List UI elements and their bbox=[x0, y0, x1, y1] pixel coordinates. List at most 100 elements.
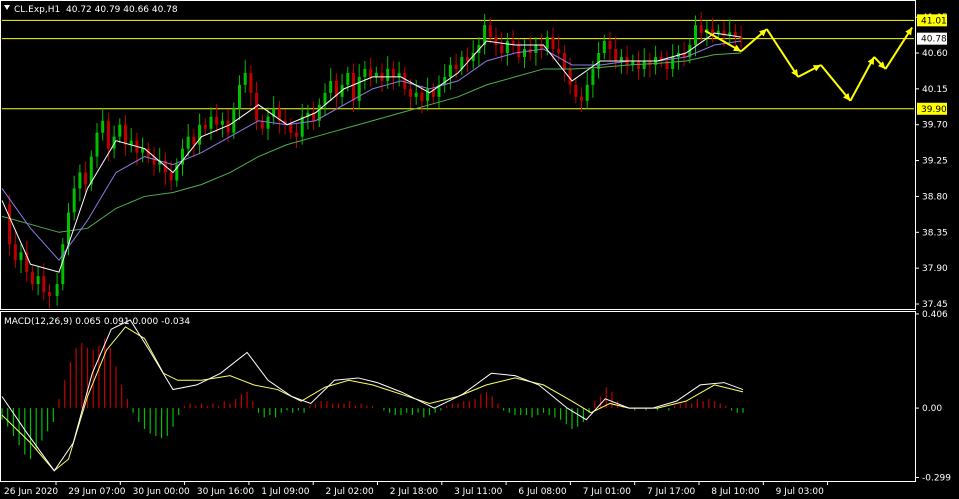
candle-body bbox=[220, 120, 224, 125]
candle-body bbox=[55, 284, 59, 297]
candle-body bbox=[266, 116, 270, 129]
candle-body bbox=[574, 84, 578, 97]
chart-menu-triangle-icon[interactable] bbox=[4, 5, 10, 10]
macd-tick-label: 0.406 bbox=[922, 310, 948, 320]
price-tick-label: 40.60 bbox=[922, 49, 948, 59]
price-tick-label: 39.25 bbox=[922, 157, 948, 167]
candle-body bbox=[78, 172, 82, 189]
candle-body bbox=[19, 252, 23, 261]
candle-body bbox=[101, 120, 105, 133]
candle-body bbox=[397, 72, 401, 77]
candle-body bbox=[323, 92, 327, 105]
candle-body bbox=[619, 56, 623, 61]
candle-body bbox=[374, 72, 378, 77]
candle-body bbox=[30, 272, 34, 285]
candle-body bbox=[414, 92, 418, 97]
candle-body bbox=[352, 72, 355, 101]
candle-body bbox=[226, 120, 230, 133]
candle-body bbox=[203, 124, 207, 129]
candle-body bbox=[249, 72, 253, 93]
price-label-text: 39.90 bbox=[921, 105, 947, 115]
candle-body bbox=[243, 72, 247, 85]
time-tick-label: 3 Jul 11:00 bbox=[454, 487, 503, 497]
candle-body bbox=[106, 120, 110, 149]
candle-body bbox=[614, 49, 618, 61]
time-tick-label: 26 Jun 2020 bbox=[4, 487, 58, 497]
candle-body bbox=[346, 72, 350, 85]
candle-body bbox=[711, 29, 715, 34]
ohlc-values: 40.72 40.79 40.66 40.78 bbox=[66, 5, 178, 15]
time-tick-label: 9 Jul 03:00 bbox=[776, 487, 825, 497]
candlesticks bbox=[8, 12, 743, 309]
forecast-arrow-segment[interactable] bbox=[884, 26, 913, 70]
candle-body bbox=[209, 116, 213, 129]
candle-body bbox=[545, 37, 549, 50]
candle-body bbox=[295, 132, 298, 137]
time-tick-label: 30 Jun 00:00 bbox=[133, 487, 190, 497]
candle-body bbox=[363, 68, 367, 77]
candle-body bbox=[602, 41, 606, 53]
candle-body bbox=[648, 60, 652, 65]
macd-tick-label: 0.00 bbox=[922, 404, 942, 414]
candle-body bbox=[534, 45, 538, 53]
candle-body bbox=[8, 204, 12, 245]
candle-body bbox=[198, 124, 202, 145]
candle-body bbox=[488, 25, 492, 38]
candle-body bbox=[260, 120, 264, 129]
forecast-arrow-segment[interactable] bbox=[849, 56, 875, 102]
symbol-label: CL.Exp,H1 bbox=[14, 5, 60, 15]
time-axis: 26 Jun 2020 29 Jun 07:00 30 Jun 00:00 30 Ju… bbox=[4, 481, 829, 497]
candle-body bbox=[505, 41, 509, 53]
candle-body bbox=[48, 292, 51, 297]
candle-body bbox=[608, 41, 612, 50]
macd-axis: 0.406 0.00 -0.299 bbox=[915, 310, 951, 483]
candle-body bbox=[386, 68, 390, 81]
macd-indicator bbox=[1, 319, 744, 472]
candle-body bbox=[84, 172, 88, 185]
price-label-text: 41.01 bbox=[921, 16, 947, 26]
candle-body bbox=[192, 136, 196, 145]
candle-body bbox=[699, 25, 703, 34]
time-tick-label: 7 Jul 01:00 bbox=[583, 487, 632, 497]
candle-body bbox=[403, 72, 407, 89]
time-tick-label: 30 Jun 16:00 bbox=[197, 487, 254, 497]
horizontal-levels[interactable] bbox=[2, 19, 914, 110]
candle-body bbox=[329, 80, 333, 93]
candle-body bbox=[448, 64, 452, 77]
price-tick-label: 38.80 bbox=[922, 192, 948, 202]
candle-body bbox=[186, 136, 190, 149]
candle-body bbox=[95, 132, 99, 157]
candle-body bbox=[494, 37, 498, 46]
candle-body bbox=[42, 276, 46, 293]
price-tick-label: 38.35 bbox=[922, 228, 948, 238]
candle-body bbox=[420, 92, 424, 101]
price-tick-label: 39.70 bbox=[922, 121, 948, 131]
candle-body bbox=[557, 49, 561, 53]
candle-body bbox=[169, 172, 173, 181]
trading-chart-window: 41.0540.6040.1539.7039.2538.8038.3537.90… bbox=[0, 0, 959, 499]
candle-body bbox=[409, 88, 412, 97]
candle-body bbox=[238, 84, 241, 109]
forecast-arrow-segment[interactable] bbox=[765, 28, 799, 78]
candle-body bbox=[13, 244, 17, 261]
chart-canvas[interactable]: 41.0540.6040.1539.7039.2538.8038.3537.90… bbox=[0, 0, 959, 499]
time-tick-label: 1 Jul 09:00 bbox=[261, 487, 310, 497]
candle-body bbox=[551, 37, 555, 50]
candle-body bbox=[694, 25, 697, 46]
candle-body bbox=[466, 56, 469, 61]
time-tick-label: 7 Jul 17:00 bbox=[647, 487, 696, 497]
macd-tick-label: -0.299 bbox=[922, 473, 951, 483]
candle-body bbox=[118, 124, 122, 137]
candle-body bbox=[523, 49, 526, 57]
candle-body bbox=[141, 148, 145, 153]
price-tick-label: 40.15 bbox=[922, 85, 948, 95]
price-labels: 41.01 40.78 39.90 bbox=[917, 14, 947, 115]
candle-body bbox=[300, 116, 304, 137]
candle-body bbox=[517, 45, 521, 57]
candle-body bbox=[289, 124, 293, 133]
candle-body bbox=[124, 124, 127, 145]
time-tick-label: 8 Jul 10:00 bbox=[711, 487, 760, 497]
time-tick-label: 6 Jul 08:00 bbox=[518, 487, 567, 497]
candle-body bbox=[215, 116, 219, 125]
price-axis: 41.0540.6040.1539.7039.2538.8038.3537.90… bbox=[915, 13, 948, 310]
